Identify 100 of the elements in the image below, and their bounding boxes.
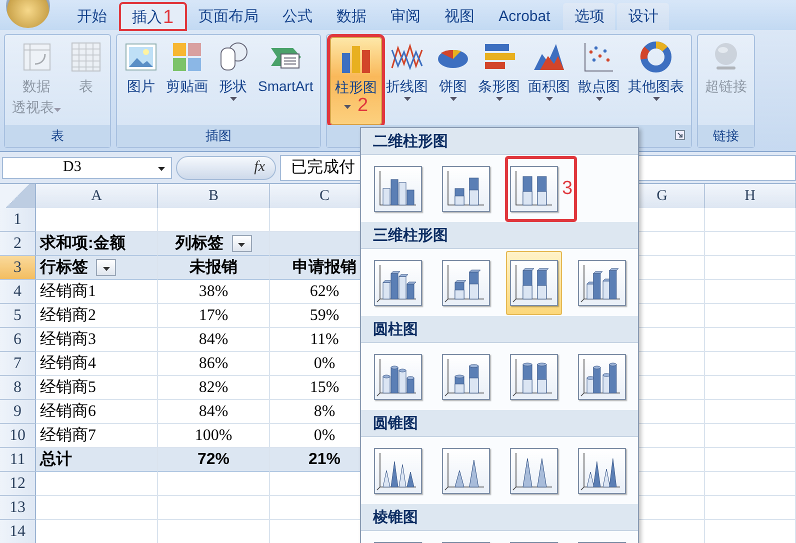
sheet-cell: 总计 xyxy=(36,448,158,472)
gallery-section-title: 圆锥图 xyxy=(361,410,638,437)
caret-icon xyxy=(546,97,553,101)
chart-type-icon xyxy=(578,354,626,400)
cell-text: 行标签 xyxy=(40,258,88,278)
caret-icon xyxy=(344,104,352,108)
caret-icon xyxy=(230,97,236,101)
sheet-cell: 经销商4 xyxy=(36,352,158,376)
filter-button[interactable] xyxy=(96,259,116,276)
sheet-cell: 84% xyxy=(158,400,270,424)
sheet-cell: 经销商3 xyxy=(36,328,158,352)
ribbon-button[interactable]: 柱形图 2 xyxy=(330,37,382,125)
gallery-section-title: 圆柱图 xyxy=(361,316,638,343)
sheet-cell: 86% xyxy=(158,352,270,376)
caret-icon xyxy=(238,242,245,246)
filter-button[interactable] xyxy=(232,235,252,252)
step-number: 2 xyxy=(357,96,368,115)
caret-icon xyxy=(54,108,61,112)
row-header[interactable]: 1 xyxy=(0,208,36,232)
name-box[interactable]: D3 xyxy=(2,156,172,178)
sheet-cell: 求和项:金额 xyxy=(36,232,158,256)
chart-type-icon xyxy=(510,448,558,494)
ribbon-tab[interactable]: Acrobat xyxy=(488,3,562,30)
chart-type-icon xyxy=(374,166,422,212)
ribbon-tab[interactable]: 页面布局 xyxy=(188,3,270,30)
sheet-cell: 84% xyxy=(158,328,270,352)
caret-icon xyxy=(158,166,165,170)
ribbon-button[interactable]: 折线图 xyxy=(382,37,432,125)
step-number: 1 xyxy=(163,8,174,26)
chart-type-icon xyxy=(578,260,626,306)
sheet-cell: 72% xyxy=(158,448,270,472)
row-header[interactable]: 3 xyxy=(0,256,36,280)
caret-icon xyxy=(596,97,603,101)
sheet-cell: 82% xyxy=(158,376,270,400)
table-icon xyxy=(69,40,103,74)
ribbon-button[interactable]: 条形图 xyxy=(474,37,524,125)
chart-type-icon xyxy=(442,354,490,400)
row-header[interactable]: 14 xyxy=(0,520,36,543)
chart-type-icon xyxy=(510,166,558,212)
group-label: 表 xyxy=(5,125,110,147)
column-header[interactable]: A xyxy=(36,184,158,209)
sheet-cell: 未报销 xyxy=(158,256,270,280)
chart-type-icon xyxy=(442,448,490,494)
sheet-cell: 经销商5 xyxy=(36,376,158,400)
chart-type-icon xyxy=(578,448,626,494)
ribbon-button[interactable]: 其他图表 xyxy=(624,37,688,125)
row-header[interactable]: 13 xyxy=(0,496,36,520)
ribbon-tab[interactable]: 选项 xyxy=(563,3,616,30)
ribbon-button[interactable]: SmartArt xyxy=(254,37,318,125)
step-number: 3 xyxy=(562,178,573,200)
caret-icon xyxy=(496,97,503,101)
sheet-cell: 17% xyxy=(158,304,270,328)
row-header[interactable]: 12 xyxy=(0,472,36,496)
column-header[interactable]: B xyxy=(158,184,270,209)
row-header[interactable]: 5 xyxy=(0,304,36,328)
ribbon-tab[interactable]: 审阅 xyxy=(380,3,432,30)
ribbon-tab[interactable]: 公式 xyxy=(272,3,324,30)
caret-icon xyxy=(404,97,411,101)
caret-icon xyxy=(450,97,457,101)
ribbon-tab[interactable]: 视图 xyxy=(434,3,486,30)
chart-type-icon xyxy=(510,354,558,400)
row-header[interactable]: 10 xyxy=(0,424,36,448)
group-label: 插图 xyxy=(117,125,320,147)
ribbon-button[interactable]: 面积图 xyxy=(524,37,574,125)
dialog-launcher-icon[interactable] xyxy=(675,130,686,140)
ribbon-button[interactable]: 饼图 xyxy=(432,37,474,125)
row-header[interactable]: 11 xyxy=(0,448,36,472)
ribbon-button[interactable]: 剪贴画 xyxy=(162,37,212,125)
chart-type-option[interactable] xyxy=(506,250,562,314)
ribbon-tab[interactable]: 数据 xyxy=(326,3,378,30)
caret-icon xyxy=(102,266,110,270)
row-header[interactable]: 2 xyxy=(0,232,36,256)
caret-icon xyxy=(652,97,660,101)
chart-type-icon xyxy=(374,354,422,400)
row-header[interactable]: 4 xyxy=(0,280,36,304)
group-label: 链接 xyxy=(698,125,754,147)
ribbon-tab[interactable]: 插入1 xyxy=(120,3,186,30)
row-header[interactable]: 9 xyxy=(0,400,36,424)
chart-type-option[interactable]: 3 xyxy=(506,156,576,220)
sheet-cell: 38% xyxy=(158,280,270,304)
chart-type-icon xyxy=(442,260,490,306)
chart-type-icon xyxy=(442,166,490,212)
column-header[interactable]: H xyxy=(705,184,796,209)
sheet-cell: 经销商6 xyxy=(36,400,158,424)
ribbon-button[interactable]: 形状 xyxy=(212,37,254,125)
ribbon-tab[interactable]: 设计 xyxy=(617,3,670,30)
cell-text: 列标签 xyxy=(176,234,224,254)
row-header[interactable]: 7 xyxy=(0,352,36,376)
sheet-cell: 经销商7 xyxy=(36,424,158,448)
chart-type-icon xyxy=(374,448,422,494)
ribbon-button[interactable]: 图片 xyxy=(120,37,162,125)
row-header[interactable]: 8 xyxy=(0,376,36,400)
insert-function-button[interactable]: fx xyxy=(176,156,276,180)
chart-type-icon xyxy=(374,260,422,306)
ribbon-tab[interactable]: 开始 xyxy=(66,3,118,30)
gallery-section-title: 二维柱形图 xyxy=(361,128,638,155)
chart-type-icon xyxy=(510,260,558,306)
sheet-cell: 经销商1 xyxy=(36,280,158,304)
row-header[interactable]: 6 xyxy=(0,328,36,352)
ribbon-button[interactable]: 散点图 xyxy=(574,37,624,125)
